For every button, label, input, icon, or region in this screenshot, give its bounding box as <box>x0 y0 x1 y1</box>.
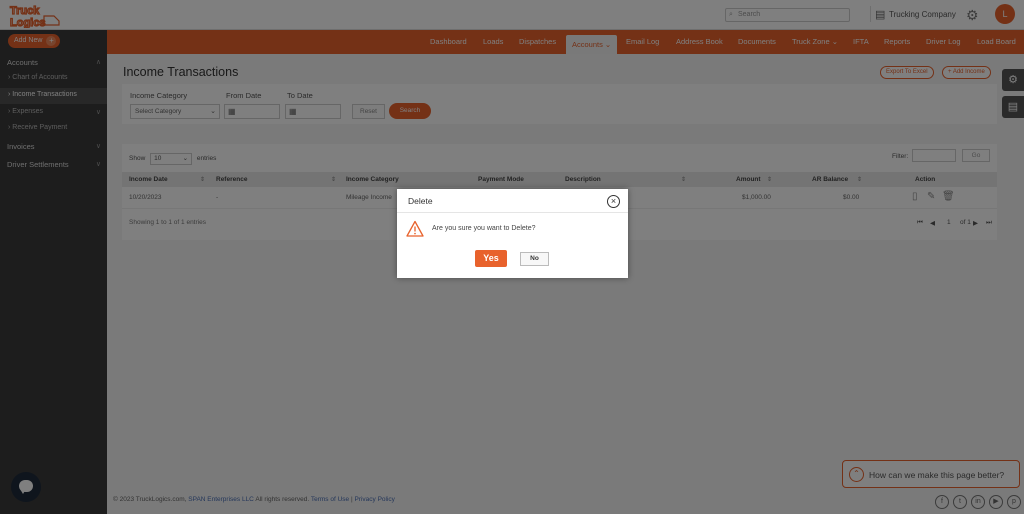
dialog-divider <box>397 212 628 213</box>
delete-confirm-dialog: Delete × Are you sure you want to Delete… <box>397 189 628 278</box>
yes-button[interactable]: Yes <box>475 250 507 267</box>
no-button[interactable]: No <box>520 252 549 266</box>
dialog-title: Delete <box>408 196 433 206</box>
close-icon[interactable]: × <box>607 195 620 208</box>
dialog-message: Are you sure you want to Delete? <box>432 225 536 232</box>
warning-icon <box>406 220 424 237</box>
